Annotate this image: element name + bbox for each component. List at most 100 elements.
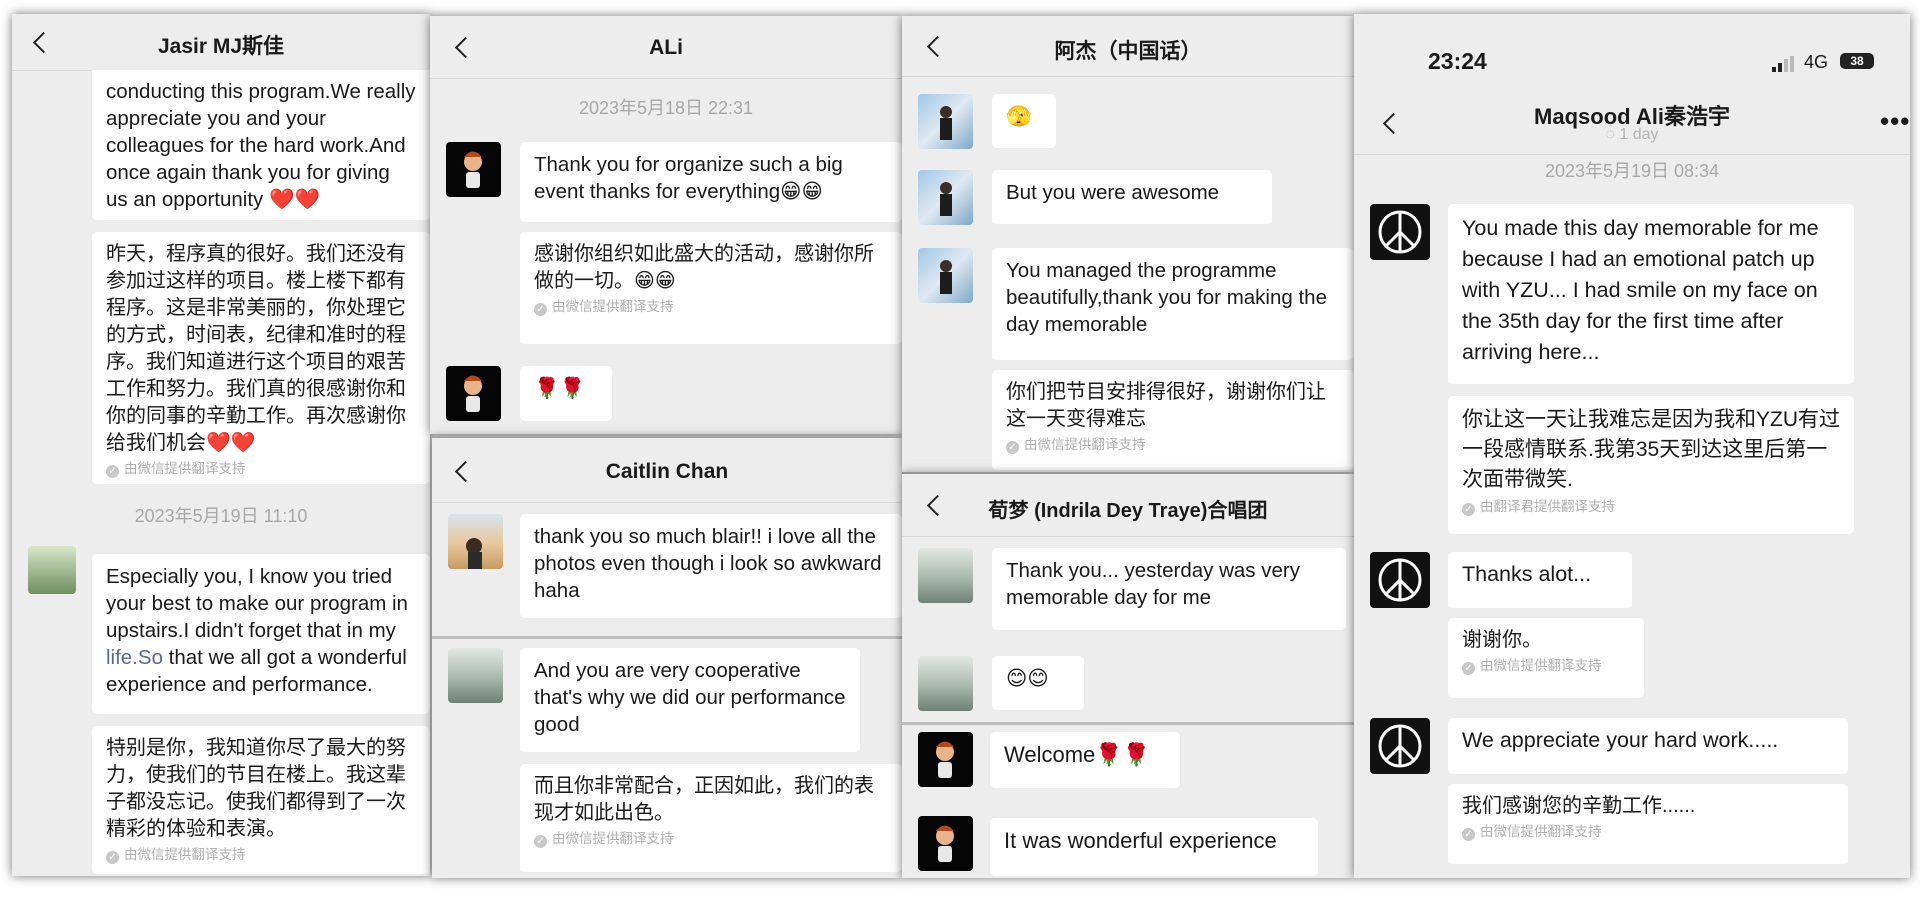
message-text: 你让这一天让我难忘是因为我和YZU有过一段感情联系.我第35天到达这里后第一次面…: [1462, 408, 1840, 491]
message-text: We appreciate your hard work.....: [1462, 728, 1779, 752]
check-icon: ✓: [1006, 441, 1019, 454]
network-type: 4G: [1804, 52, 1829, 72]
avatar[interactable]: [918, 248, 973, 303]
message-text: 谢谢你。: [1462, 629, 1542, 651]
avatar[interactable]: [918, 656, 973, 711]
status-time: 23:24: [1428, 48, 1487, 74]
avatar[interactable]: [1370, 204, 1430, 260]
message-text: But you were awesome: [1006, 181, 1220, 204]
timestamp: 2023年5月18日 22:31: [578, 98, 754, 118]
message-text: 昨天，程序真的很好。我们还没有参加过这样的项目。楼上楼下都有程序。这是非常美丽的…: [106, 243, 406, 454]
panel-divider: [432, 636, 902, 639]
chat-title: ALi: [649, 36, 683, 59]
message-text: 我们感谢您的辛勤工作......: [1462, 795, 1696, 817]
chat-panel-caitlin: Caitlin Chan thank you so much blair!! i…: [432, 438, 902, 878]
chat-title: 荀梦 (Indrila Dey Traye)合唱团: [988, 500, 1268, 522]
message-bubble[interactable]: 😊😊: [992, 656, 1084, 710]
avatar[interactable]: [448, 648, 503, 703]
message-bubble[interactable]: Thank you... yesterday was very memorabl…: [992, 548, 1346, 630]
battery-icon: 38: [1840, 53, 1874, 69]
message-text: 你们把节目安排得很好，谢谢你们让这一天变得难忘: [1006, 381, 1326, 430]
chat-panel-jasir: Jasir MJ斯佳 conducting this program.We re…: [12, 14, 430, 876]
chat-panel-maqsood: 23:24 4G 38 Maqsood Ali秦浩宇 ◌ 1 day ••• 2…: [1354, 14, 1910, 878]
avatar[interactable]: [918, 170, 973, 225]
translation-bubble[interactable]: 而且你非常配合，正因如此，我们的表现才如此出色。 ✓ 由微信提供翻译支持: [520, 764, 902, 872]
message-bubble[interactable]: But you were awesome: [992, 170, 1272, 224]
clock-icon: ◌: [1605, 126, 1615, 143]
message-text: It was wonderful experience: [1004, 828, 1277, 853]
avatar[interactable]: [918, 94, 973, 149]
avatar[interactable]: [918, 816, 973, 871]
message-bubble[interactable]: And you are very cooperative that's why …: [520, 648, 860, 752]
panel-divider: [902, 722, 1354, 725]
message-text: And you are very cooperative that's why …: [534, 659, 846, 736]
more-options-icon[interactable]: •••: [1880, 106, 1910, 137]
message-bubble[interactable]: conducting this program.We really apprec…: [92, 70, 430, 220]
check-icon: ✓: [534, 303, 547, 316]
translation-bubble[interactable]: 你们把节目安排得很好，谢谢你们让这一天变得难忘 ✓ 由微信提供翻译支持: [992, 370, 1354, 470]
message-bubble[interactable]: thank you so much blair!! i love all the…: [520, 514, 902, 618]
avatar[interactable]: [918, 548, 973, 603]
avatar[interactable]: [446, 366, 501, 421]
chat-header: 荀梦 (Indrila Dey Traye)合唱团: [902, 474, 1354, 537]
message-bubble[interactable]: It was wonderful experience: [990, 818, 1318, 876]
peace-sign-icon: [1378, 724, 1422, 768]
peace-sign-icon: [1378, 558, 1422, 602]
avatar[interactable]: [446, 142, 501, 197]
message-text: Welcome🌹🌹: [1004, 742, 1151, 767]
translation-bubble[interactable]: 你让这一天让我难忘是因为我和YZU有过一段感情联系.我第35天到达这里后第一次面…: [1448, 396, 1854, 534]
signal-icon: [1772, 56, 1794, 72]
chat-header: ALi: [430, 16, 902, 79]
message-bubble[interactable]: Especially you, I know you tried your be…: [92, 554, 430, 714]
translation-note: ✓ 由微信提供翻译支持: [534, 297, 888, 317]
chat-panel-ali: ALi 2023年5月18日 22:31 Thank you for organ…: [430, 16, 902, 434]
message-text: You managed the programme beautifully,th…: [1006, 259, 1327, 336]
check-icon: ✓: [1462, 503, 1475, 516]
chat-header: 阿杰（中国话）: [902, 16, 1354, 77]
avatar[interactable]: [1370, 718, 1430, 774]
message-bubble[interactable]: Thank you for organize such a big event …: [520, 142, 902, 222]
translation-bubble[interactable]: 昨天，程序真的很好。我们还没有参加过这样的项目。楼上楼下都有程序。这是非常美丽的…: [92, 232, 430, 484]
translation-note: ✓ 由微信提供翻译支持: [534, 829, 888, 849]
check-icon: ✓: [106, 465, 119, 478]
message-bubble[interactable]: You made this day memorable for me becau…: [1448, 204, 1854, 384]
message-bubble[interactable]: 🫣: [992, 94, 1056, 148]
translation-note: ✓ 由微信提供翻译支持: [106, 459, 416, 479]
message-link[interactable]: life.So: [106, 646, 163, 669]
message-bubble[interactable]: We appreciate your hard work.....: [1448, 718, 1848, 774]
check-icon: ✓: [534, 835, 547, 848]
message-text: 感谢你组织如此盛大的活动，感谢你所做的一切。😁😁: [534, 243, 874, 292]
translation-bubble[interactable]: 谢谢你。 ✓ 由微信提供翻译支持: [1448, 618, 1644, 698]
check-icon: ✓: [1462, 662, 1475, 675]
translation-bubble[interactable]: 我们感谢您的辛勤工作...... ✓ 由微信提供翻译支持: [1448, 784, 1848, 864]
translation-bubble[interactable]: 特别是你，我知道你尽了最大的努力，使我们的节目在楼上。我这辈子都没忘记。使我们都…: [92, 726, 430, 874]
message-text: 😊😊: [1006, 667, 1049, 690]
message-bubble[interactable]: Thanks alot...: [1448, 552, 1632, 608]
chat-title: Jasir MJ斯佳: [157, 35, 285, 58]
message-text: Thank you for organize such a big event …: [534, 153, 843, 203]
message-text: Thanks alot...: [1462, 562, 1592, 586]
message-text: thank you so much blair!! i love all the…: [534, 525, 882, 602]
message-text: 🫣: [1006, 105, 1032, 128]
chat-title: Caitlin Chan: [605, 460, 729, 483]
message-text: 而且你非常配合，正因如此，我们的表现才如此出色。: [534, 775, 874, 824]
message-text: Especially you, I know you tried your be…: [106, 565, 408, 642]
avatar[interactable]: [448, 514, 503, 569]
message-bubble[interactable]: Welcome🌹🌹: [990, 732, 1180, 788]
translation-note: ✓ 由翻译君提供翻译支持: [1462, 497, 1840, 517]
avatar[interactable]: [918, 732, 973, 787]
check-icon: ✓: [106, 851, 119, 864]
translation-note: ✓ 由微信提供翻译支持: [1462, 822, 1834, 842]
chat-panel-ajie: 阿杰（中国话） 🫣 But you were awesome You manag…: [902, 16, 1354, 472]
translation-note: ✓ 由微信提供翻译支持: [1006, 435, 1340, 455]
message-bubble[interactable]: You managed the programme beautifully,th…: [992, 248, 1354, 360]
message-bubble[interactable]: 🌹🌹: [520, 366, 612, 421]
timestamp: 2023年5月19日 08:34: [1544, 161, 1720, 181]
chat-header: 23:24 4G 38 Maqsood Ali秦浩宇 ◌ 1 day •••: [1354, 14, 1910, 155]
message-text: 特别是你，我知道你尽了最大的努力，使我们的节目在楼上。我这辈子都没忘记。使我们都…: [106, 737, 406, 840]
avatar[interactable]: [28, 546, 76, 594]
chat-panel-xunmeng: 荀梦 (Indrila Dey Traye)合唱团 Thank you... y…: [902, 474, 1354, 878]
translation-bubble[interactable]: 感谢你组织如此盛大的活动，感谢你所做的一切。😁😁 ✓ 由微信提供翻译支持: [520, 232, 902, 344]
chat-subtitle: ◌ 1 day: [1605, 126, 1659, 143]
avatar[interactable]: [1370, 552, 1430, 608]
